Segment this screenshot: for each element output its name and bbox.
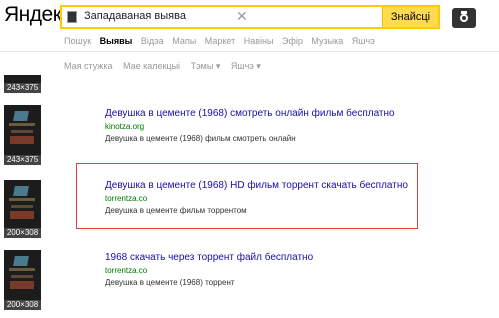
camera-icon[interactable] — [452, 8, 476, 28]
search-result: Девушка в цементе (1968) HD фильм торрен… — [105, 180, 408, 215]
result-snippet: Девушка в цементе (1968) фильм смотреть … — [105, 134, 296, 143]
result-thumbnail[interactable]: 200×308 — [4, 250, 41, 310]
tab-market[interactable]: Маркет — [205, 36, 235, 46]
service-tabs: Пошук Выявы Відэа Мапы Маркет Навіны Эфі… — [64, 36, 381, 46]
thumbnail-size: 200×308 — [4, 300, 41, 310]
result-snippet: Девушка в цементе фильм торрентом — [105, 206, 247, 215]
search-input[interactable]: Западаваная выява — [84, 10, 186, 22]
filter-topics[interactable]: Тэмы ▾ — [191, 61, 221, 71]
filter-my-collections[interactable]: Мае калекцыі — [123, 61, 180, 71]
clear-icon[interactable]: ✕ — [236, 8, 248, 25]
result-title-link[interactable]: Девушка в цементе (1968) HD фильм торрен… — [105, 180, 408, 191]
result-url[interactable]: torrentza.co — [105, 194, 408, 203]
tab-video[interactable]: Відэа — [141, 36, 164, 46]
search-result: Девушка в цементе (1968) смотреть онлайн… — [105, 108, 395, 143]
thumbnail-size: 243×375 — [4, 83, 41, 93]
search-box[interactable]: Западаваная выява ✕ Знайсці — [60, 5, 440, 29]
filter-more[interactable]: Яшчэ ▾ — [231, 61, 261, 71]
tab-maps[interactable]: Мапы — [172, 36, 196, 46]
header-divider — [0, 51, 499, 52]
result-snippet: Девушка в цементе (1968) торрент — [105, 278, 235, 287]
tab-more[interactable]: Яшчэ — [352, 36, 375, 46]
tab-air[interactable]: Эфір — [282, 36, 303, 46]
thumbnail-size: 243×375 — [4, 155, 41, 165]
result-url[interactable]: torrentza.co — [105, 266, 313, 275]
result-thumbnail[interactable]: 243×375 — [4, 75, 41, 93]
result-url[interactable]: kinotza.org — [105, 122, 395, 131]
filters-bar: Мая стужка Мае калекцыі Тэмы ▾ Яшчэ ▾ — [64, 61, 269, 72]
search-image-thumbnail — [67, 11, 77, 23]
search-result: 1968 скачать через торрент файл бесплатн… — [105, 252, 313, 287]
tab-music[interactable]: Музыка — [311, 36, 343, 46]
tab-news[interactable]: Навіны — [244, 36, 274, 46]
result-thumbnail[interactable]: 200×308 — [4, 180, 41, 238]
thumbnail-size: 200×308 — [4, 228, 41, 238]
result-title-link[interactable]: Девушка в цементе (1968) смотреть онлайн… — [105, 108, 395, 119]
tab-search[interactable]: Пошук — [64, 36, 91, 46]
result-thumbnail[interactable]: 243×375 — [4, 105, 41, 165]
tab-images[interactable]: Выявы — [100, 36, 133, 46]
filter-my-feed[interactable]: Мая стужка — [64, 61, 112, 71]
search-button[interactable]: Знайсці — [382, 7, 438, 27]
result-title-link[interactable]: 1968 скачать через торрент файл бесплатн… — [105, 252, 313, 263]
